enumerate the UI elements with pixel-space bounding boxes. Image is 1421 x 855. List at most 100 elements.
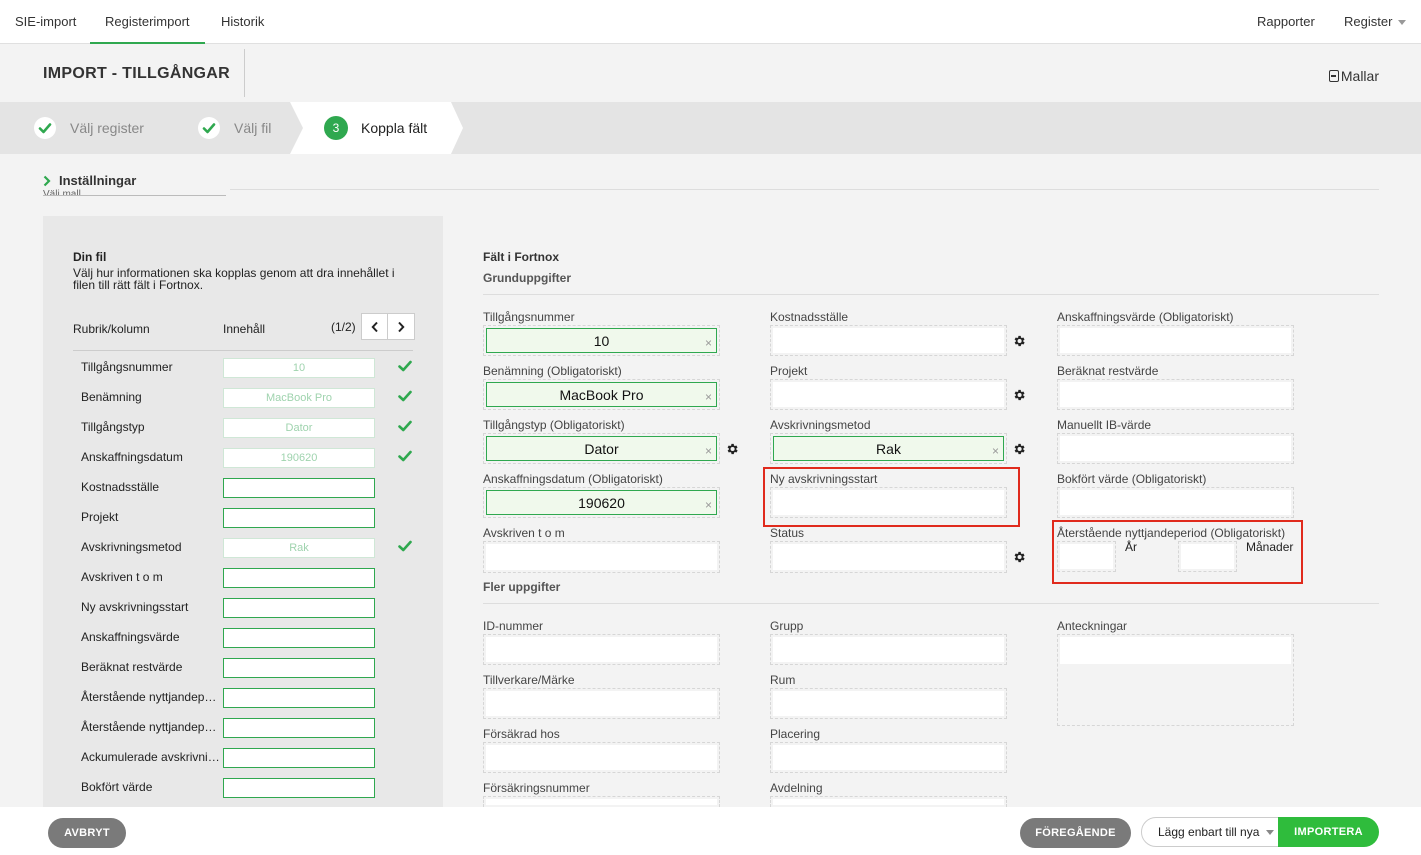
file-row: Återstående nyttjandeperiod <box>73 711 413 741</box>
previous-button[interactable]: FÖREGÅENDE <box>1020 818 1131 848</box>
file-row-content[interactable] <box>223 688 375 708</box>
file-row-label: Bokfört värde <box>81 780 153 794</box>
file-row: Ny avskrivningsstart <box>73 591 413 621</box>
file-row-content[interactable]: Dator <box>223 418 375 438</box>
top-navigation: SIE-import Registerimport Historik Rappo… <box>0 0 1421 44</box>
field-label: Rum <box>770 673 796 687</box>
manuellt-ib-field[interactable] <box>1057 433 1294 464</box>
field-label: Projekt <box>770 364 808 378</box>
prev-page-button[interactable] <box>361 313 388 340</box>
clear-icon[interactable]: × <box>705 337 712 349</box>
file-row: Återstående nyttjandeperiod <box>73 681 413 711</box>
anskaffningsdatum-field[interactable]: 190620 × <box>483 487 720 518</box>
field-label: Bokfört värde (Obligatoriskt) <box>1057 472 1207 486</box>
field-label: Anskaffningsdatum (Obligatoriskt) <box>483 472 663 486</box>
clear-icon[interactable]: × <box>992 445 999 457</box>
field-label: Tillverkare/Märke <box>483 673 575 687</box>
file-row-content[interactable] <box>223 628 375 648</box>
import-mode-value: Lägg enbart till nya <box>1158 825 1260 839</box>
placering-field[interactable] <box>770 742 1007 773</box>
cancel-button[interactable]: AVBRYT <box>48 818 126 848</box>
header-divider <box>244 49 245 97</box>
mapped-value: Dator <box>584 440 619 457</box>
file-row-label: Avskriven t o m <box>81 570 163 584</box>
menu-rapporter[interactable]: Rapporter <box>1257 0 1315 44</box>
section-divider <box>483 603 1379 604</box>
field-label: Benämning (Obligatoriskt) <box>483 364 622 378</box>
chevron-down-icon <box>1266 829 1275 835</box>
file-row-label: Återstående nyttjandeperiod <box>81 690 221 704</box>
tab-registerimport[interactable]: Registerimport <box>90 0 205 44</box>
menu-register[interactable]: Register <box>1344 0 1407 44</box>
file-row-content[interactable] <box>223 718 375 738</box>
step-valj-register[interactable]: Välj register <box>34 102 214 154</box>
tillgangsnummer-field[interactable]: 10 × <box>483 325 720 356</box>
clear-icon[interactable]: × <box>705 391 712 403</box>
file-row-label: Tillgångstyp <box>81 420 145 434</box>
file-row-content[interactable]: MacBook Pro <box>223 388 375 408</box>
field-label: Tillgångsnummer <box>483 310 575 324</box>
file-row-content[interactable] <box>223 508 375 528</box>
step-koppla-falt[interactable]: 3 Koppla fält <box>304 102 450 154</box>
file-row-content[interactable] <box>223 478 375 498</box>
gear-icon[interactable] <box>1012 550 1026 564</box>
tab-historik[interactable]: Historik <box>206 0 279 44</box>
file-row-content[interactable] <box>223 658 375 678</box>
import-mode-select[interactable]: Lägg enbart till nya <box>1141 817 1279 847</box>
footer-bar: AVBRYT FÖREGÅENDE Lägg enbart till nya I… <box>0 807 1421 855</box>
avdelning-field[interactable] <box>770 796 1007 807</box>
rum-field[interactable] <box>770 688 1007 719</box>
step-valj-fil[interactable]: Välj fil <box>198 102 298 154</box>
id-nummer-field[interactable] <box>483 634 720 665</box>
field-label: Placering <box>770 727 821 741</box>
check-icon <box>198 117 220 139</box>
import-button[interactable]: IMPORTERA <box>1278 817 1379 847</box>
step-label: Välj register <box>70 120 144 136</box>
file-row: Avskrivningsmetod Rak <box>73 531 413 561</box>
tillgangstyp-field[interactable]: Dator × <box>483 433 720 464</box>
mallar-button[interactable]: Mallar <box>1328 68 1379 84</box>
file-panel: Din fil Välj hur informationen ska koppl… <box>43 216 443 816</box>
file-panel-description: Välj hur informationen ska kopplas genom… <box>73 266 395 292</box>
chevron-left-icon <box>370 321 378 332</box>
field-label: Försäkrad hos <box>483 727 560 741</box>
anskaffningsvarde-field[interactable] <box>1057 325 1294 356</box>
file-row-content[interactable]: 10 <box>223 358 375 378</box>
tab-sie-import[interactable]: SIE-import <box>0 0 91 44</box>
mapped-value: 190620 <box>578 494 625 511</box>
file-row-content[interactable] <box>223 748 375 768</box>
kostnadsstalle-field[interactable] <box>770 325 1007 356</box>
next-page-button[interactable] <box>388 313 415 340</box>
benamning-field[interactable]: MacBook Pro × <box>483 379 720 410</box>
tillverkare-field[interactable] <box>483 688 720 719</box>
check-icon <box>398 359 412 376</box>
file-row-content[interactable] <box>223 568 375 588</box>
settings-toggle[interactable]: Inställningar <box>43 173 136 188</box>
beraknat-restvarde-field[interactable] <box>1057 379 1294 410</box>
avskriven-field[interactable] <box>483 541 720 573</box>
status-field[interactable] <box>770 541 1007 573</box>
forsakrad-hos-field[interactable] <box>483 742 720 773</box>
file-row-label: Beräknat restvärde <box>81 660 183 674</box>
fortnox-fields-title: Fält i Fortnox <box>483 250 559 264</box>
gear-icon[interactable] <box>1012 442 1026 456</box>
field-label: Tillgångstyp (Obligatoriskt) <box>483 418 625 432</box>
forsakringsnummer-field[interactable] <box>483 796 720 807</box>
file-row-label: Benämning <box>81 390 142 404</box>
gear-icon[interactable] <box>725 442 739 456</box>
template-select[interactable]: Välj mall... <box>43 189 226 196</box>
clear-icon[interactable]: × <box>705 445 712 457</box>
clear-icon[interactable]: × <box>705 499 712 511</box>
avskrivningsmetod-field[interactable]: Rak × <box>770 433 1007 464</box>
gear-icon[interactable] <box>1012 334 1026 348</box>
file-row-content[interactable] <box>223 778 375 798</box>
file-row-content[interactable] <box>223 598 375 618</box>
bokfort-varde-field[interactable] <box>1057 487 1294 518</box>
projekt-field[interactable] <box>770 379 1007 410</box>
file-row-content[interactable]: Rak <box>223 538 375 558</box>
file-row-content[interactable]: 190620 <box>223 448 375 468</box>
gear-icon[interactable] <box>1012 388 1026 402</box>
settings-divider <box>230 189 1379 190</box>
grupp-field[interactable] <box>770 634 1007 665</box>
anteckningar-field[interactable] <box>1057 634 1294 726</box>
